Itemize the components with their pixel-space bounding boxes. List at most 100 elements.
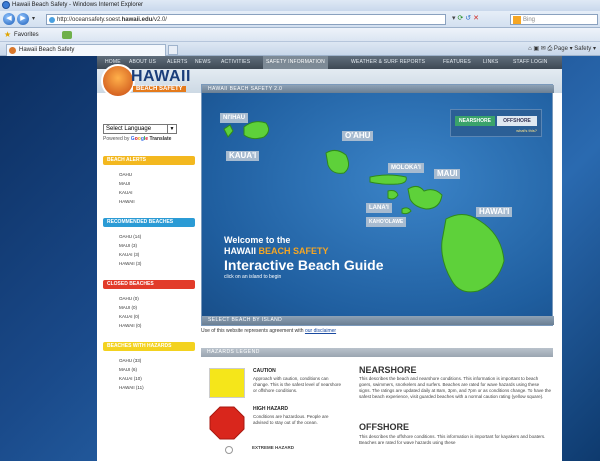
caution-text: Approach with caution, conditions can ch…	[253, 376, 341, 393]
nav-news[interactable]: NEWS	[195, 56, 211, 69]
island-hawaii-shape[interactable]	[441, 214, 505, 293]
beach-alerts-item[interactable]: MAUI	[119, 181, 130, 186]
stop-icon[interactable]: ✕	[473, 15, 479, 22]
nav-weather-surf[interactable]: WEATHER & SURF REPORTS	[351, 56, 425, 69]
disclaimer-link[interactable]: our disclaimer	[305, 328, 336, 334]
dropdown-arrow-icon[interactable]: ▾	[32, 15, 35, 22]
nav-links[interactable]: LINKS	[483, 56, 498, 69]
island-label-kahoolawe[interactable]: KAHO'OLAWE	[366, 217, 407, 227]
recommended-beaches-item[interactable]: HAWAII (3)	[119, 261, 141, 266]
language-select-label: Select Language	[106, 126, 152, 132]
logo-word: HAWAII	[131, 68, 191, 85]
tab-bar: Hawaii Beach Safety ⌂ ▣ ✉ ⎙ Page ▾ Safet…	[0, 42, 600, 56]
island-label-niihau[interactable]: NI'IHAU	[220, 113, 249, 123]
island-kahoolawe-shape[interactable]	[401, 207, 412, 215]
island-niihau-shape[interactable]	[223, 124, 234, 138]
island-maui-shape[interactable]	[407, 185, 443, 210]
web-page: HOME ABOUT US ALERTS NEWS ACTIVITIES SAF…	[97, 56, 562, 461]
nav-safety-information[interactable]: SAFETY INFORMATION	[263, 56, 328, 69]
new-tab-button[interactable]	[168, 45, 178, 55]
welcome-line4: click on an island to begin	[224, 274, 282, 280]
globe-icon	[49, 17, 55, 23]
nav-staff-login[interactable]: STAFF LOGIN	[513, 56, 548, 69]
select-by-island-bar: SELECT BEACH BY ISLAND	[202, 316, 554, 325]
closed-beaches-header[interactable]: CLOSED BEACHES	[103, 280, 195, 289]
closed-beaches-item[interactable]: OAHU (0)	[119, 296, 139, 301]
hazard-beaches-header[interactable]: BEACHES WITH HAZARDS	[103, 342, 195, 351]
url-prefix: http://oceansafety.soest.	[57, 17, 122, 23]
island-oahu-shape[interactable]	[325, 149, 350, 174]
closed-beaches-item[interactable]: KAUAI (0)	[119, 314, 139, 319]
beach-alerts-item[interactable]: KAUAI	[119, 190, 133, 195]
island-label-kauai[interactable]: KAUA'I	[226, 151, 260, 161]
favorites-bar: ★ Favorites	[0, 28, 600, 42]
language-select[interactable]: Select Language ▼	[103, 124, 177, 134]
home-icon[interactable]: ⌂	[528, 46, 532, 52]
recommended-beaches-item[interactable]: MAUI (3)	[119, 243, 137, 248]
beach-alerts-header[interactable]: BEACH ALERTS	[103, 156, 195, 165]
closed-beaches-item[interactable]: HAWAII (0)	[119, 323, 141, 328]
extreme-hazard-title: EXTREME HAZARD	[252, 445, 295, 450]
url-suffix: /v2.0/	[152, 17, 167, 23]
island-label-oahu[interactable]: O'AHU	[342, 131, 374, 141]
address-bar: ◀ ▶ ▾ http://oceansafety.soest.hawaii.ed…	[0, 11, 600, 28]
site-logo[interactable]: HAWAII BEACH SAFETY	[101, 64, 197, 104]
island-map: HAWAII BEACH SAFETY 2.0 NEARSHORE OFFSHO…	[201, 84, 554, 326]
island-label-maui[interactable]: MAUI	[434, 169, 461, 179]
beach-alerts-item[interactable]: OAHU	[119, 172, 132, 177]
nav-features[interactable]: FEATURES	[443, 56, 471, 69]
search-input[interactable]: Bing	[510, 14, 598, 25]
island-label-molokai[interactable]: MOLOKA'I	[388, 163, 424, 173]
safety-menu[interactable]: Safety ▾	[574, 46, 596, 52]
logo-sub: BEACH SAFETY	[133, 86, 186, 92]
url-domain: hawaii.edu	[121, 17, 153, 23]
island-lanai-shape[interactable]	[387, 190, 399, 200]
powered-by-google: Powered by Google Translate	[103, 136, 172, 142]
window-title: Hawaii Beach Safety - Windows Internet E…	[12, 2, 144, 8]
recommended-beaches-header[interactable]: RECOMMENDED BEACHES	[103, 218, 195, 227]
welcome-line1: Welcome to the	[224, 235, 291, 245]
hazard-beaches-item[interactable]: MAUI (6)	[119, 367, 137, 372]
island-molokai-shape[interactable]	[369, 174, 407, 185]
add-favorite-icon[interactable]	[62, 31, 72, 39]
caution-square-icon	[209, 368, 245, 398]
page-menu[interactable]: Page ▾	[554, 46, 573, 52]
recommended-beaches-item[interactable]: KAUAI (3)	[119, 252, 139, 257]
welcome-line2b: BEACH SAFETY	[258, 246, 329, 256]
island-label-lanai[interactable]: LANA'I	[366, 203, 392, 213]
tab-hawaii-beach-safety[interactable]: Hawaii Beach Safety	[6, 44, 166, 56]
hazard-beaches-item[interactable]: KAUAI (10)	[119, 376, 142, 381]
hazard-beaches-item[interactable]: HAWAII (11)	[119, 385, 144, 390]
high-hazard-text: Conditions are hazardous. People are adv…	[253, 414, 329, 425]
command-bar: ⌂ ▣ ✉ ⎙ Page ▾ Safety ▾	[528, 43, 596, 55]
beach-alerts-item[interactable]: HAWAII	[119, 199, 135, 204]
compat-icon[interactable]: ▾	[452, 15, 456, 22]
rss-icon[interactable]: ↺	[465, 15, 471, 22]
island-kauai-shape[interactable]	[243, 121, 270, 140]
extreme-hazard-icon	[225, 446, 233, 454]
closed-beaches-item[interactable]: MAUI (0)	[119, 305, 137, 310]
back-arrow-icon[interactable]: ◀	[3, 13, 15, 25]
welcome-line2a: HAWAII	[224, 246, 257, 256]
tab-label: Hawaii Beach Safety	[19, 47, 75, 53]
welcome-text: Welcome to the HAWAII BEACH SAFETY Inter…	[224, 235, 384, 280]
recommended-beaches-item[interactable]: OAHU (14)	[119, 234, 141, 239]
nearshore-text: This describes the beach and nearshore c…	[359, 376, 551, 399]
welcome-line3: Interactive Beach Guide	[224, 257, 384, 273]
mail-icon[interactable]: ✉	[541, 46, 546, 52]
favorites-star-icon[interactable]: ★	[4, 31, 11, 39]
refresh-icon[interactable]: ⟳	[457, 15, 463, 22]
url-input[interactable]: http://oceansafety.soest.hawaii.edu/v2.0…	[46, 14, 446, 25]
offshore-text: This describes the offshore conditions. …	[359, 434, 546, 445]
nav-activities[interactable]: ACTIVITIES	[221, 56, 250, 69]
print-icon[interactable]: ⎙	[547, 46, 552, 52]
forward-arrow-icon[interactable]: ▶	[17, 13, 29, 25]
chevron-down-icon: ▼	[167, 125, 176, 133]
hazard-beaches-item[interactable]: OAHU (33)	[119, 358, 141, 363]
stop-sign-icon	[209, 406, 245, 440]
island-label-hawaii[interactable]: HAWAI'I	[476, 207, 513, 217]
favorites-button[interactable]: Favorites	[14, 28, 39, 42]
feeds-icon[interactable]: ▣	[533, 46, 539, 52]
window-title-bar: Hawaii Beach Safety - Windows Internet E…	[0, 0, 600, 11]
address-bar-icons: ▾ ⟳ ↺ ✕	[452, 14, 479, 22]
